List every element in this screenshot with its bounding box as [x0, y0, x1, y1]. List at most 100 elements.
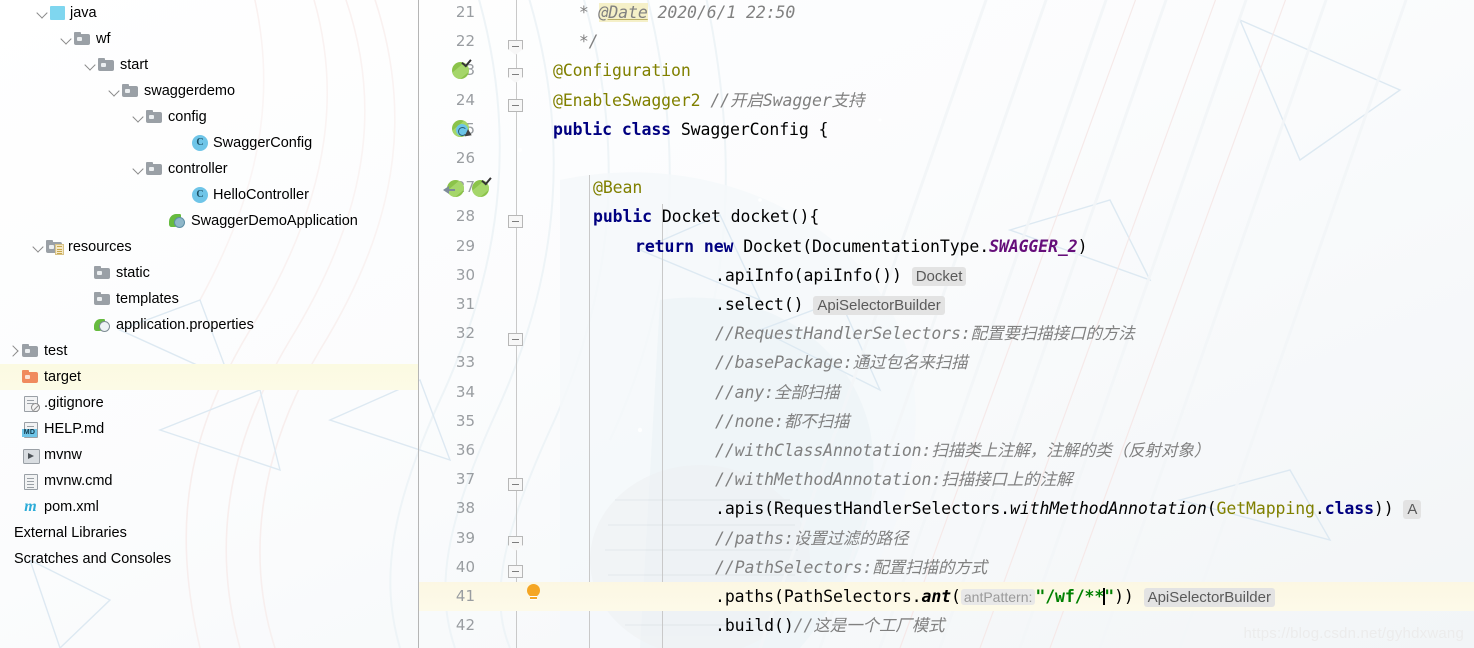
code-line[interactable]: 30 .apiInfo(apiInfo()) Docket — [419, 261, 1474, 290]
code-line[interactable]: 22 */ — [419, 27, 1474, 56]
tree-item-wf[interactable]: wf — [0, 26, 419, 52]
fold-marker[interactable] — [508, 40, 523, 55]
fold-marker[interactable] — [508, 565, 523, 578]
code-line[interactable]: 36 //withClassAnnotation:扫描类上注解，注解的类（反射对象… — [419, 436, 1474, 465]
code-line[interactable]: 38 .apis(RequestHandlerSelectors.withMeth… — [419, 494, 1474, 523]
code-line[interactable]: 33 //basePackage:通过包名来扫描 — [419, 348, 1474, 377]
code-line[interactable]: 26 — [419, 144, 1474, 173]
tree-item-config[interactable]: config — [0, 104, 419, 130]
code-text[interactable]: */ — [569, 27, 599, 56]
project-file-tree[interactable]: java wf start swaggerdemo config C SwaggerConf… — [0, 0, 419, 572]
folder-icon — [94, 291, 111, 307]
tree-item-label: HELP.md — [44, 421, 105, 437]
code-line[interactable]: 32 //RequestHandlerSelectors:配置要扫描接口的方法 — [419, 319, 1474, 348]
code-line[interactable]: 29 return new Docket(DocumentationType.SW… — [419, 232, 1474, 261]
code-lines[interactable]: 21 * @Date 2020/6/1 22:5022 */23@Configu… — [419, 0, 1474, 648]
code-text[interactable]: .build()//这是一个工厂模式 — [715, 611, 945, 640]
spring-bean-navigate-gutter-icon[interactable] — [443, 180, 464, 197]
code-line[interactable]: 21 * @Date 2020/6/1 22:50 — [419, 0, 1474, 27]
tree-item-pom-xml[interactable]: m pom.xml — [0, 494, 419, 520]
intention-bulb-icon[interactable] — [527, 584, 540, 601]
fold-marker[interactable] — [508, 333, 523, 346]
chevron-right-icon[interactable] — [8, 338, 22, 364]
tree-item-scratches-and-consoles[interactable]: Scratches and Consoles — [0, 546, 419, 572]
code-line[interactable]: 24 @EnableSwagger2 //开启Swagger支持 — [419, 86, 1474, 115]
fold-marker[interactable] — [508, 99, 523, 112]
watermark-text: https://blog.csdn.net/gyhdxwang — [1243, 625, 1464, 642]
tree-item-application-properties[interactable]: application.properties — [0, 312, 419, 338]
code-text[interactable]: //paths:设置过滤的路径 — [715, 524, 909, 553]
chevron-down-icon[interactable] — [84, 52, 98, 78]
tree-item-test[interactable]: test — [0, 338, 419, 364]
fold-marker[interactable] — [508, 68, 523, 83]
chevron-down-icon[interactable] — [32, 234, 46, 260]
chevron-down-icon[interactable] — [132, 156, 146, 182]
source-root-icon — [50, 6, 65, 20]
tree-item-controller[interactable]: controller — [0, 156, 419, 182]
tree-item-swaggerdemo[interactable]: swaggerdemo — [0, 78, 419, 104]
code-text[interactable]: //any:全部扫描 — [715, 378, 840, 407]
tree-item-java[interactable]: java — [0, 0, 419, 26]
chevron-down-icon[interactable] — [60, 26, 74, 52]
chevron-down-icon[interactable] — [36, 0, 50, 26]
tree-item-swaggerconfig[interactable]: C SwaggerConfig — [0, 130, 419, 156]
tree-item-help-md[interactable]: MD HELP.md — [0, 416, 419, 442]
code-text[interactable]: @EnableSwagger2 //开启Swagger支持 — [553, 86, 865, 115]
code-text[interactable]: @Configuration — [553, 56, 691, 85]
fold-marker[interactable] — [508, 536, 523, 551]
tree-item-hellocontroller[interactable]: C HelloController — [0, 182, 419, 208]
code-line[interactable]: 35 //none:都不扫描 — [419, 407, 1474, 436]
folder-icon — [122, 83, 139, 99]
spring-boot-app-icon — [169, 213, 186, 229]
fold-marker[interactable] — [508, 478, 523, 491]
code-text[interactable]: //RequestHandlerSelectors:配置要扫描接口的方法 — [715, 319, 1135, 348]
code-text[interactable]: .apis(RequestHandlerSelectors.withMethod… — [715, 494, 1422, 524]
tree-item-static[interactable]: static — [0, 260, 419, 286]
line-number: 39 — [455, 528, 475, 547]
spring-bean-gutter-icon[interactable] — [472, 174, 492, 197]
tree-item-start[interactable]: start — [0, 52, 419, 78]
tree-item-external-libraries[interactable]: External Libraries — [0, 520, 419, 546]
chevron-down-icon[interactable] — [108, 78, 122, 104]
code-line[interactable]: 25public class SwaggerConfig { — [419, 115, 1474, 144]
java-class-icon: C — [192, 135, 208, 151]
code-text[interactable]: //none:都不扫描 — [715, 407, 850, 436]
code-text[interactable]: public class SwaggerConfig { — [553, 115, 828, 144]
code-text[interactable]: .select() ApiSelectorBuilder — [715, 290, 945, 320]
editor-pane[interactable]: 21 * @Date 2020/6/1 22:5022 */23@Configu… — [419, 0, 1474, 648]
code-text[interactable]: * @Date 2020/6/1 22:50 — [569, 0, 795, 27]
spring-dependency-gutter-icon[interactable] — [452, 120, 474, 139]
code-line[interactable]: 27 @Bean — [419, 173, 1474, 202]
code-text[interactable]: .apiInfo(apiInfo()) Docket — [715, 261, 967, 291]
project-tool-window[interactable]: java wf start swaggerdemo config C SwaggerConf… — [0, 0, 419, 648]
code-text[interactable]: //basePackage:通过包名来扫描 — [715, 348, 968, 377]
tree-item-resources[interactable]: resources — [0, 234, 419, 260]
code-line[interactable]: 34 //any:全部扫描 — [419, 378, 1474, 407]
code-text[interactable]: //withClassAnnotation:扫描类上注解，注解的类（反射对象） — [715, 436, 1210, 465]
code-line[interactable]: 40 //PathSelectors:配置扫描的方式 — [419, 553, 1474, 582]
fold-marker[interactable] — [508, 215, 523, 228]
tree-item-mvnw[interactable]: mvnw — [0, 442, 419, 468]
chevron-down-icon[interactable] — [132, 104, 146, 130]
tree-item-swaggerdemoapplication[interactable]: SwaggerDemoApplication — [0, 208, 419, 234]
tree-item-templates[interactable]: templates — [0, 286, 419, 312]
tree-item-target[interactable]: target — [0, 364, 419, 390]
code-line[interactable]: 37 //withMethodAnnotation:扫描接口上的注解 — [419, 465, 1474, 494]
folder-icon — [22, 343, 39, 359]
line-number: 22 — [455, 32, 475, 51]
code-text[interactable]: .paths(PathSelectors.ant(antPattern: "/wf… — [715, 582, 1275, 612]
tree-item-gitignore[interactable]: .gitignore — [0, 390, 419, 416]
code-text[interactable]: //withMethodAnnotation:扫描接口上的注解 — [715, 465, 1072, 494]
tree-item-mvnw-cmd[interactable]: mvnw.cmd — [0, 468, 419, 494]
code-text[interactable]: //PathSelectors:配置扫描的方式 — [715, 553, 987, 582]
tree-item-label: static — [116, 265, 150, 281]
code-text[interactable]: @Bean — [593, 173, 642, 202]
code-line[interactable]: 31 .select() ApiSelectorBuilder — [419, 290, 1474, 319]
code-line[interactable]: 39 //paths:设置过滤的路径 — [419, 524, 1474, 553]
code-line[interactable]: 28 public Docket docket(){ — [419, 202, 1474, 231]
spring-bean-gutter-icon[interactable] — [452, 56, 472, 79]
code-line[interactable]: 41 .paths(PathSelectors.ant(antPattern: "/… — [419, 582, 1474, 612]
code-text[interactable]: return new Docket(DocumentationType.SWAG… — [635, 232, 1088, 261]
code-line[interactable]: 23@Configuration — [419, 56, 1474, 85]
code-text[interactable]: public Docket docket(){ — [593, 202, 819, 231]
